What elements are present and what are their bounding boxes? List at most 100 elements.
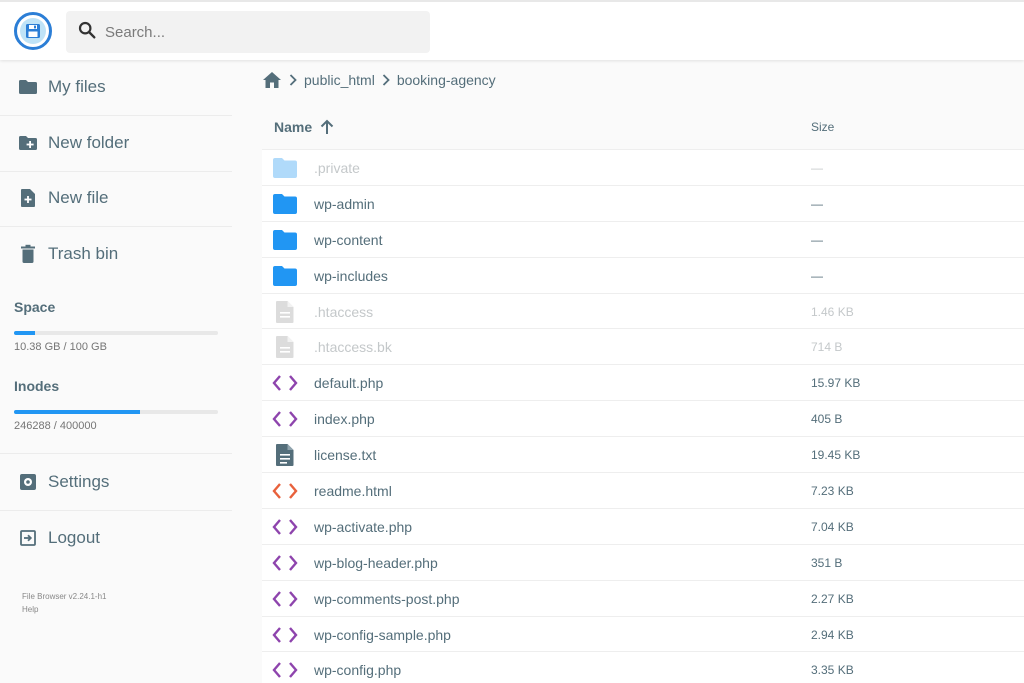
code-icon xyxy=(272,658,298,682)
folder-icon xyxy=(272,156,298,180)
file-size: 1.46 KB xyxy=(811,304,854,319)
breadcrumb-item[interactable]: booking-agency xyxy=(397,72,496,88)
file-name: wp-includes xyxy=(314,267,388,284)
file-name: .htaccess.bk xyxy=(314,339,392,356)
sidebar-item-label: New file xyxy=(48,188,109,207)
size-column-header[interactable]: Size xyxy=(811,120,834,134)
home-icon[interactable] xyxy=(262,71,282,89)
logout-icon xyxy=(18,528,38,548)
code-icon xyxy=(272,407,298,431)
file-name: default.php xyxy=(314,375,384,392)
file-size: 19.45 KB xyxy=(811,448,861,463)
breadcrumb-item[interactable]: public_html xyxy=(304,72,375,88)
code-icon xyxy=(272,371,298,395)
file-row[interactable]: default.php 15.97 KB xyxy=(262,365,1024,402)
sidebar-item-label: My files xyxy=(48,77,106,96)
file-size: 351 B xyxy=(811,555,843,570)
file-size: 7.04 KB xyxy=(811,519,854,534)
create-new-folder-icon xyxy=(18,133,38,153)
space-progress-fill xyxy=(14,331,36,335)
sidebar: My files New folder New file Trash bin S… xyxy=(0,60,240,683)
file-size: 2.94 KB xyxy=(811,627,854,642)
file-size: — xyxy=(811,196,823,211)
search-icon xyxy=(78,21,96,44)
file-row[interactable]: wp-includes — xyxy=(262,257,1024,294)
file-row[interactable]: wp-config.php 3.35 KB xyxy=(262,652,1024,683)
text-file-icon xyxy=(272,443,298,467)
inodes-progress-bar xyxy=(14,410,218,414)
search-bar[interactable] xyxy=(66,11,430,53)
file-row[interactable]: wp-blog-header.php 351 B xyxy=(262,544,1024,581)
file-size: 2.27 KB xyxy=(811,591,854,606)
file-row[interactable]: wp-config-sample.php 2.94 KB xyxy=(262,616,1024,653)
file-row[interactable]: .private — xyxy=(262,150,1024,186)
folder-icon xyxy=(18,77,38,97)
file-size: 405 B xyxy=(811,412,843,427)
name-column-header: Name xyxy=(274,118,313,135)
sidebar-item-trash-bin[interactable]: Trash bin xyxy=(0,227,232,281)
file-size: — xyxy=(811,268,823,283)
sidebar-item-label: Settings xyxy=(48,472,110,491)
file-name: .htaccess xyxy=(314,303,374,320)
file-size: 15.97 KB xyxy=(811,376,861,391)
file-row[interactable]: wp-activate.php 7.04 KB xyxy=(262,508,1024,545)
file-row[interactable]: index.php 405 B xyxy=(262,401,1024,438)
chevron-right-icon xyxy=(282,74,304,86)
space-title: Space xyxy=(14,299,56,315)
sidebar-item-logout[interactable]: Logout xyxy=(0,511,232,565)
folder-icon xyxy=(272,192,298,216)
space-usage-text: 10.38 GB / 100 GB xyxy=(14,341,107,353)
file-size: 714 B xyxy=(811,340,843,355)
file-size: 7.23 KB xyxy=(811,484,854,499)
file-row[interactable]: wp-content — xyxy=(262,221,1024,258)
app-version: File Browser v2.24.1-h1 xyxy=(22,592,107,601)
code-icon xyxy=(272,587,298,611)
code-icon xyxy=(272,623,298,647)
sidebar-item-new-file[interactable]: New file xyxy=(0,171,232,225)
file-size: — xyxy=(811,161,823,175)
sidebar-item-label: New folder xyxy=(48,133,130,152)
file-name: wp-config-sample.php xyxy=(314,626,451,643)
inodes-progress-fill xyxy=(14,410,140,414)
file-name: wp-activate.php xyxy=(314,518,413,535)
file-name: wp-config.php xyxy=(314,662,402,679)
file-row[interactable]: readme.html 7.23 KB xyxy=(262,473,1024,509)
top-bar xyxy=(0,0,1024,60)
floppy-disk-icon xyxy=(20,18,46,44)
file-name: wp-blog-header.php xyxy=(314,554,438,571)
file-icon xyxy=(272,300,298,324)
space-progress-bar xyxy=(14,331,218,335)
sidebar-divider xyxy=(0,453,232,454)
app-logo[interactable] xyxy=(14,12,52,50)
sidebar-item-label: Trash bin xyxy=(48,244,119,263)
inodes-title: Inodes xyxy=(14,378,60,394)
file-row[interactable]: .htaccess.bk 714 B xyxy=(262,329,1024,366)
file-row[interactable]: .htaccess 1.46 KB xyxy=(262,293,1024,330)
code-icon xyxy=(272,551,298,575)
file-name: wp-comments-post.php xyxy=(314,590,460,607)
file-row[interactable]: wp-comments-post.php 2.27 KB xyxy=(262,580,1024,617)
file-name: index.php xyxy=(314,411,375,428)
file-size: — xyxy=(811,232,823,247)
note-add-icon xyxy=(18,188,38,208)
sidebar-item-my-files[interactable]: My files xyxy=(0,60,232,114)
file-listing-area: public_html booking-agency Name Size .pr… xyxy=(262,60,1024,683)
sidebar-item-new-folder[interactable]: New folder xyxy=(0,116,232,170)
file-name: .private xyxy=(314,160,360,176)
file-name: readme.html xyxy=(314,483,392,500)
breadcrumb: public_html booking-agency xyxy=(262,60,1024,100)
sidebar-item-settings[interactable]: Settings xyxy=(0,455,232,509)
file-row[interactable]: license.txt 19.45 KB xyxy=(262,437,1024,474)
help-link[interactable]: Help xyxy=(22,605,38,614)
inodes-usage-text: 246288 / 400000 xyxy=(14,420,97,432)
html-code-icon xyxy=(272,479,298,503)
sort-by-name-button[interactable]: Name xyxy=(274,119,334,135)
search-input[interactable] xyxy=(105,23,405,41)
file-list: .private — wp-admin — wp-content — wp-includes… xyxy=(262,150,1024,683)
file-size: 3.35 KB xyxy=(811,663,854,678)
sidebar-item-label: Logout xyxy=(48,528,100,547)
arrow-up-icon xyxy=(320,119,334,135)
folder-icon xyxy=(272,228,298,252)
chevron-right-icon xyxy=(375,74,397,86)
file-row[interactable]: wp-admin — xyxy=(262,185,1024,222)
